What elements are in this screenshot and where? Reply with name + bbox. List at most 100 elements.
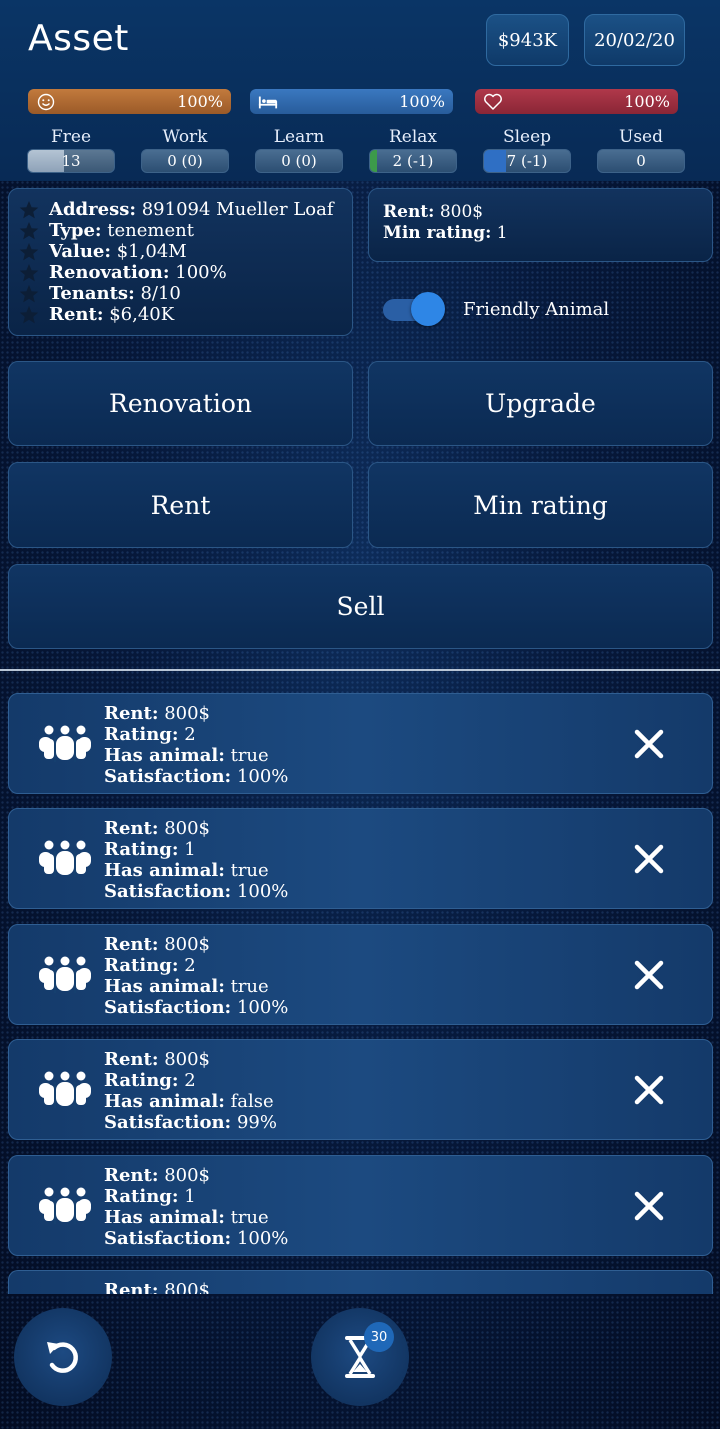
health-bar: 100% bbox=[475, 89, 678, 114]
happiness-value: 100% bbox=[177, 92, 223, 111]
tenant-rating: 2 bbox=[184, 1070, 196, 1091]
tenant-satisfaction: 99% bbox=[236, 1112, 277, 1133]
tenant-card: Rent: 800$ Rating: 1 Has animal: true Sa… bbox=[8, 808, 713, 909]
tenant-satisfaction: 100% bbox=[236, 997, 289, 1018]
tenant-card: Rent: 800$ Rating: 2 Has animal: true Sa… bbox=[8, 924, 713, 1025]
happiness-bar: 100% bbox=[28, 89, 231, 114]
tenant-animal: true bbox=[230, 745, 269, 766]
close-icon[interactable] bbox=[631, 1188, 667, 1224]
tenant-details: Rent: 800$ Rating: 2 Has animal: true Sa… bbox=[104, 934, 289, 1018]
tenants-group-icon bbox=[39, 1071, 91, 1108]
tenant-rent: 800$ bbox=[164, 818, 211, 839]
time-label: Free bbox=[50, 127, 92, 147]
star-icon bbox=[19, 201, 39, 219]
sleep-value: 100% bbox=[399, 92, 445, 111]
timer-badge: 30 bbox=[364, 1322, 394, 1352]
header: Asset $943K 20/02/20 100% 100% 100% Free… bbox=[0, 0, 720, 181]
next-turn-button[interactable] bbox=[311, 1308, 409, 1406]
close-icon[interactable] bbox=[631, 957, 667, 993]
sleep-bar: 100% bbox=[250, 89, 453, 114]
star-icon bbox=[19, 222, 39, 240]
tenants-line: Tenants: 8/10 bbox=[19, 283, 352, 304]
req-rent-value: 800$ bbox=[439, 202, 484, 222]
tenant-animal: true bbox=[230, 1207, 269, 1228]
tenant-card: Rent: 800$ Rating: 2 Has animal: false S… bbox=[8, 1039, 713, 1140]
close-icon[interactable] bbox=[631, 1072, 667, 1108]
tenant-animal: true bbox=[230, 976, 269, 997]
time-work: Work 0 (0) bbox=[141, 127, 229, 173]
value-value: $1,04M bbox=[116, 241, 187, 262]
tenant-card: Rent: 800$ bbox=[8, 1270, 713, 1294]
time-value: 0 bbox=[636, 152, 646, 170]
tenant-rating: 1 bbox=[184, 839, 196, 860]
requirements-panel: Rent: 800$ Min rating: 1 bbox=[368, 188, 713, 262]
asset-info-panel: Address: 891094 Mueller Loaf Type: tenem… bbox=[8, 188, 353, 336]
star-icon bbox=[19, 243, 39, 261]
tenant-rent: 800$ bbox=[164, 703, 211, 724]
time-label: Used bbox=[619, 127, 663, 147]
tenants-group-icon bbox=[39, 840, 91, 877]
tenants-value: 8/10 bbox=[140, 283, 181, 304]
time-box: 0 bbox=[597, 149, 685, 173]
tenant-animal: true bbox=[230, 860, 269, 881]
time-label: Relax bbox=[388, 127, 438, 147]
renovation-value: 100% bbox=[175, 262, 227, 283]
tenant-details: Rent: 800$ Rating: 2 Has animal: false S… bbox=[104, 1049, 277, 1133]
min-rating-button[interactable]: Min rating bbox=[368, 462, 713, 548]
bed-icon bbox=[258, 92, 278, 112]
money-display[interactable]: $943K bbox=[486, 14, 569, 66]
tenant-rating: 2 bbox=[184, 955, 196, 976]
star-icon bbox=[19, 285, 39, 303]
health-value: 100% bbox=[624, 92, 670, 111]
time-label: Work bbox=[162, 127, 208, 147]
address-line: Address: 891094 Mueller Loaf bbox=[19, 199, 352, 220]
tenant-details: Rent: 800$ Rating: 2 Has animal: true Sa… bbox=[104, 703, 289, 787]
time-used: Used 0 bbox=[597, 127, 685, 173]
tenant-details: Rent: 800$ Rating: 1 Has animal: true Sa… bbox=[104, 818, 289, 902]
tenants-group-icon bbox=[39, 1187, 91, 1224]
upgrade-button[interactable]: Upgrade bbox=[368, 361, 713, 446]
close-icon[interactable] bbox=[631, 841, 667, 877]
time-value: 2 (-1) bbox=[392, 152, 434, 170]
undo-button[interactable] bbox=[14, 1308, 112, 1406]
tenant-satisfaction: 100% bbox=[236, 881, 289, 902]
date-display[interactable]: 20/02/20 bbox=[584, 14, 685, 66]
tenant-rent: 800$ bbox=[164, 1165, 211, 1186]
friendly-animal-toggle[interactable] bbox=[383, 292, 445, 326]
time-box: 0 (0) bbox=[255, 149, 343, 173]
time-value: 0 (0) bbox=[281, 152, 317, 170]
tenant-rent: 800$ bbox=[164, 1280, 211, 1294]
renovation-button[interactable]: Renovation bbox=[8, 361, 353, 446]
req-rating-value: 1 bbox=[496, 223, 508, 243]
tenant-animal: false bbox=[230, 1091, 274, 1112]
time-label: Learn bbox=[273, 127, 325, 147]
type-value: tenement bbox=[107, 220, 194, 241]
heart-icon bbox=[483, 92, 503, 112]
time-value: 7 (-1) bbox=[506, 152, 548, 170]
sell-button[interactable]: Sell bbox=[8, 564, 713, 649]
req-rating-line: Min rating: 1 bbox=[383, 223, 508, 243]
time-label: Sleep bbox=[502, 127, 552, 147]
time-value: 0 (0) bbox=[167, 152, 203, 170]
tenant-satisfaction: 100% bbox=[236, 1228, 289, 1249]
time-value: 13 bbox=[61, 152, 81, 170]
time-learn: Learn 0 (0) bbox=[255, 127, 343, 173]
star-icon bbox=[19, 264, 39, 282]
tenant-rating: 2 bbox=[184, 724, 196, 745]
time-box: 13 bbox=[27, 149, 115, 173]
time-relax: Relax 2 (-1) bbox=[369, 127, 457, 173]
address-value: 891094 Mueller Loaf bbox=[141, 199, 334, 220]
star-icon bbox=[19, 306, 39, 324]
renovation-line: Renovation: 100% bbox=[19, 262, 352, 283]
close-icon[interactable] bbox=[631, 726, 667, 762]
friendly-animal-label: Friendly Animal bbox=[463, 298, 610, 320]
time-box: 0 (0) bbox=[141, 149, 229, 173]
rent-button[interactable]: Rent bbox=[8, 462, 353, 548]
req-rent-line: Rent: 800$ bbox=[383, 202, 484, 222]
tenant-details: Rent: 800$ Rating: 1 Has animal: true Sa… bbox=[104, 1165, 289, 1249]
tenant-satisfaction: 100% bbox=[236, 766, 289, 787]
tenant-card: Rent: 800$ Rating: 1 Has animal: true Sa… bbox=[8, 1155, 713, 1256]
rent-line: Rent: $6,40K bbox=[19, 304, 352, 325]
smile-icon bbox=[36, 92, 56, 112]
time-sleep: Sleep 7 (-1) bbox=[483, 127, 571, 173]
